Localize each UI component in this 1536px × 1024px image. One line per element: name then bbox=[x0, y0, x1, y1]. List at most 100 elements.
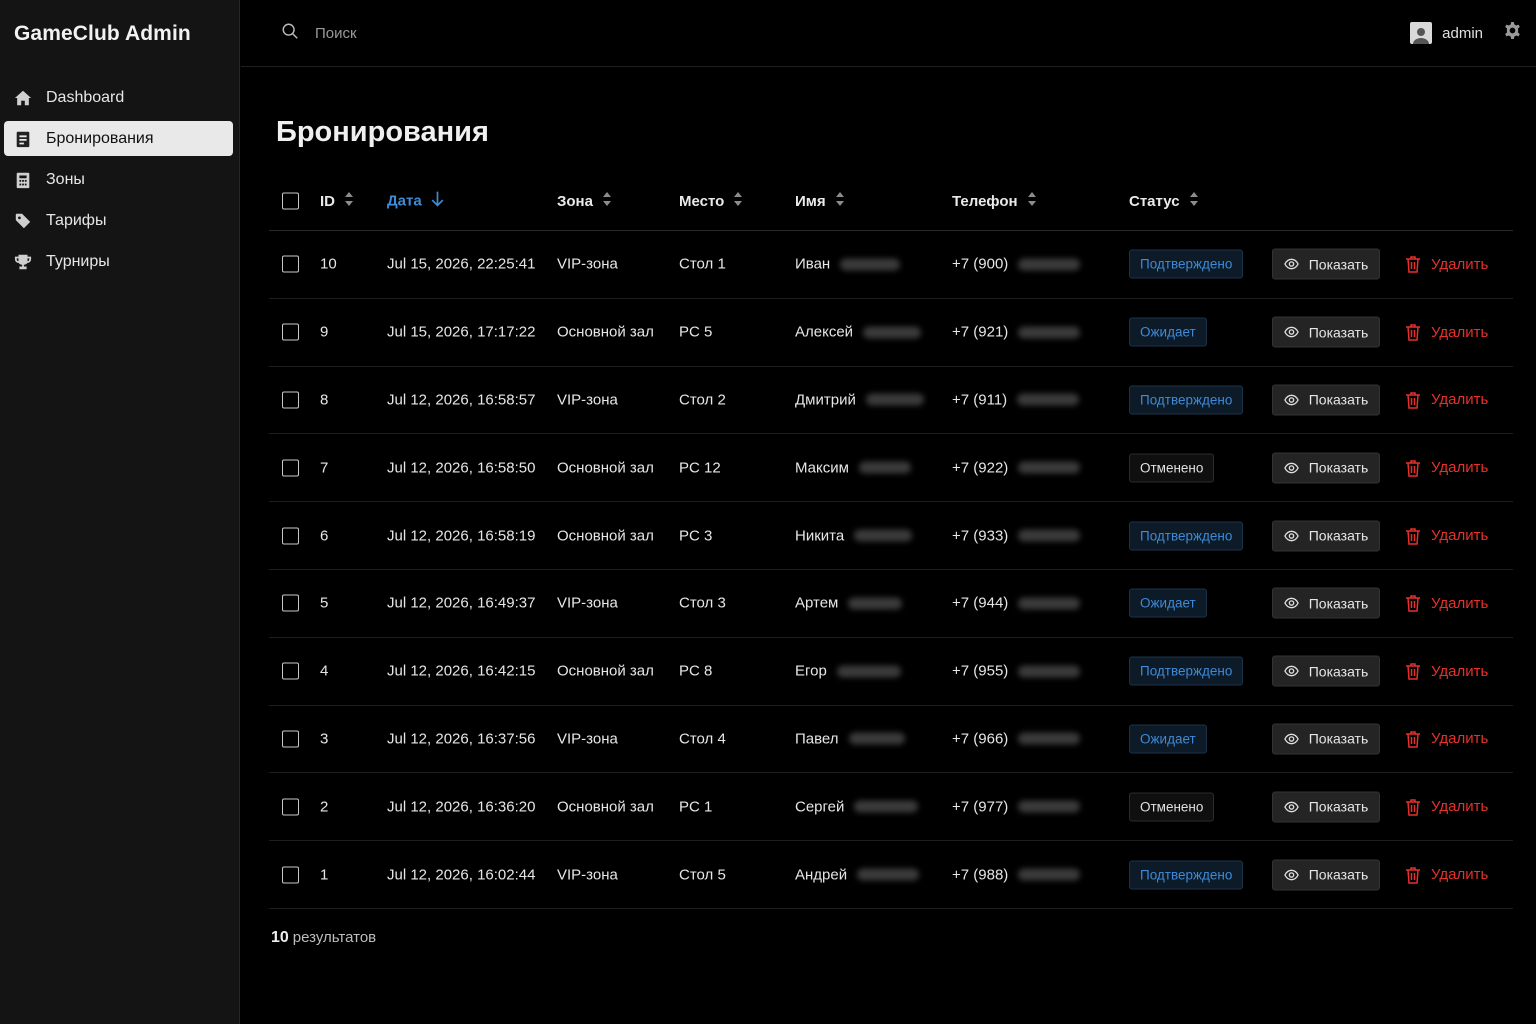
delete-button[interactable]: Удалить bbox=[1405, 323, 1488, 341]
show-button[interactable]: Показать bbox=[1272, 384, 1380, 416]
eye-icon bbox=[1283, 801, 1299, 813]
delete-button[interactable]: Удалить bbox=[1405, 594, 1489, 613]
sort-desc-icon bbox=[422, 191, 444, 212]
table-row: 1 Jul 12, 2026, 16:02:44 VIP-зона Стол 5 Анд… bbox=[269, 841, 1513, 909]
column-header-id[interactable]: ID bbox=[320, 192, 354, 210]
delete-button[interactable]: Удалить bbox=[1405, 527, 1488, 545]
delete-button[interactable]: Удалить bbox=[1405, 798, 1488, 816]
user-menu[interactable]: admin bbox=[1410, 21, 1522, 45]
trash-icon bbox=[1406, 663, 1420, 680]
cell-name: Сергей bbox=[795, 798, 919, 816]
delete-button[interactable]: Удалить bbox=[1405, 391, 1488, 409]
results-count: 10 результатов bbox=[271, 929, 376, 947]
select-all-checkbox[interactable] bbox=[282, 192, 299, 210]
sidebar-item-tariffs[interactable]: Тарифы bbox=[4, 203, 233, 238]
show-button[interactable]: Показать bbox=[1272, 452, 1380, 484]
avatar[interactable] bbox=[1410, 22, 1433, 44]
row-checkbox[interactable] bbox=[282, 594, 299, 612]
table-row: 7 Jul 12, 2026, 16:58:50 Основной зал PC 12… bbox=[269, 434, 1513, 503]
column-header-phone[interactable]: Телефон bbox=[952, 192, 1037, 210]
show-button[interactable]: Показать bbox=[1272, 520, 1380, 552]
show-button[interactable]: Показать bbox=[1272, 587, 1380, 619]
delete-button[interactable]: Удалить bbox=[1405, 662, 1488, 680]
sidebar-item-dashboard[interactable]: Dashboard bbox=[4, 80, 233, 115]
row-checkbox[interactable] bbox=[282, 459, 299, 477]
show-button[interactable]: Показать bbox=[1272, 723, 1380, 755]
status-badge: Подтверждено bbox=[1129, 385, 1244, 415]
cell-id: 4 bbox=[320, 662, 329, 680]
sidebar-item-bookings[interactable]: Бронирования bbox=[4, 121, 233, 156]
show-button[interactable]: Показать bbox=[1272, 859, 1380, 891]
column-header-name[interactable]: Имя bbox=[795, 192, 845, 210]
column-header-status[interactable]: Статус bbox=[1129, 192, 1199, 210]
cell-name: Иван bbox=[795, 256, 901, 273]
eye-icon bbox=[1283, 869, 1299, 880]
row-checkbox[interactable] bbox=[282, 730, 299, 748]
cell-zone: VIP-зона bbox=[557, 866, 618, 884]
show-button[interactable]: Показать bbox=[1272, 316, 1380, 348]
phone-prefix: +7 (988) bbox=[952, 866, 1009, 884]
cell-name: Дмитрий bbox=[795, 391, 924, 408]
search-input[interactable] bbox=[315, 25, 615, 42]
delete-button[interactable]: Удалить bbox=[1405, 730, 1488, 748]
show-button[interactable]: Показать bbox=[1272, 791, 1380, 823]
phone-prefix: +7 (933) bbox=[952, 527, 1009, 545]
redacted-surname bbox=[848, 732, 905, 745]
sidebar-item-zones[interactable]: Зоны bbox=[4, 162, 233, 197]
status-badge: Отменено bbox=[1129, 792, 1215, 822]
column-header-zone[interactable]: Зона bbox=[557, 192, 612, 210]
delete-label: Удалить bbox=[1431, 594, 1489, 612]
delete-button[interactable]: Удалить bbox=[1405, 459, 1488, 477]
sidebar-item-label: Dashboard bbox=[46, 88, 125, 106]
username[interactable]: admin bbox=[1442, 25, 1483, 42]
status-badge: Подтверждено bbox=[1129, 521, 1244, 551]
eye-icon bbox=[1283, 259, 1299, 270]
redacted-surname bbox=[848, 597, 903, 610]
row-checkbox[interactable] bbox=[282, 323, 299, 341]
delete-label: Удалить bbox=[1431, 662, 1489, 680]
bookings-icon bbox=[13, 129, 33, 149]
table-row: 10 Jul 15, 2026, 22:25:41 VIP-зона Стол 1 Ив… bbox=[269, 231, 1513, 299]
redacted-phone bbox=[1018, 868, 1081, 881]
trash-icon bbox=[1406, 731, 1420, 748]
redacted-phone bbox=[1018, 529, 1081, 542]
cell-phone: +7 (977) bbox=[952, 798, 1081, 815]
column-header-place[interactable]: Место bbox=[679, 192, 743, 210]
row-checkbox[interactable] bbox=[282, 866, 299, 884]
trash-icon bbox=[1406, 527, 1420, 545]
cell-place: PC 1 bbox=[679, 798, 713, 816]
cell-place: Стол 1 bbox=[679, 255, 726, 273]
sort-icon bbox=[724, 192, 743, 210]
delete-label: Удалить bbox=[1431, 255, 1489, 273]
show-button[interactable]: Показать bbox=[1272, 248, 1380, 280]
gear-icon[interactable] bbox=[1503, 21, 1522, 45]
redacted-phone bbox=[1018, 461, 1081, 474]
tag-icon bbox=[13, 211, 33, 231]
row-checkbox[interactable] bbox=[282, 798, 299, 816]
first-name: Алексей bbox=[795, 323, 854, 341]
cell-place: Стол 5 bbox=[679, 866, 726, 884]
redacted-surname bbox=[836, 665, 901, 678]
row-checkbox[interactable] bbox=[282, 391, 299, 409]
show-button[interactable]: Показать bbox=[1272, 655, 1380, 687]
delete-button[interactable]: Удалить bbox=[1405, 255, 1489, 274]
redacted-surname bbox=[858, 461, 911, 474]
sidebar: GameClub Admin Dashboard Бронирования Зо… bbox=[0, 0, 240, 1024]
sort-icon bbox=[826, 192, 845, 210]
column-header-date[interactable]: Дата bbox=[387, 191, 444, 212]
first-name: Сергей bbox=[795, 798, 845, 816]
cell-date: Jul 12, 2026, 16:58:19 bbox=[387, 527, 536, 545]
row-checkbox[interactable] bbox=[282, 255, 299, 273]
row-checkbox[interactable] bbox=[282, 527, 299, 545]
sidebar-item-label: Турниры bbox=[46, 252, 110, 270]
show-label: Показать bbox=[1308, 459, 1369, 476]
cell-id: 9 bbox=[320, 323, 329, 341]
delete-button[interactable]: Удалить bbox=[1405, 866, 1488, 884]
delete-label: Удалить bbox=[1431, 459, 1489, 477]
table-body: 10 Jul 15, 2026, 22:25:41 VIP-зона Стол 1 Ив… bbox=[269, 231, 1513, 909]
row-checkbox[interactable] bbox=[282, 662, 299, 680]
status-badge: Подтверждено bbox=[1129, 656, 1244, 686]
show-label: Показать bbox=[1308, 527, 1369, 544]
cell-date: Jul 12, 2026, 16:49:37 bbox=[387, 594, 536, 612]
sidebar-item-tournaments[interactable]: Турниры bbox=[4, 244, 233, 279]
